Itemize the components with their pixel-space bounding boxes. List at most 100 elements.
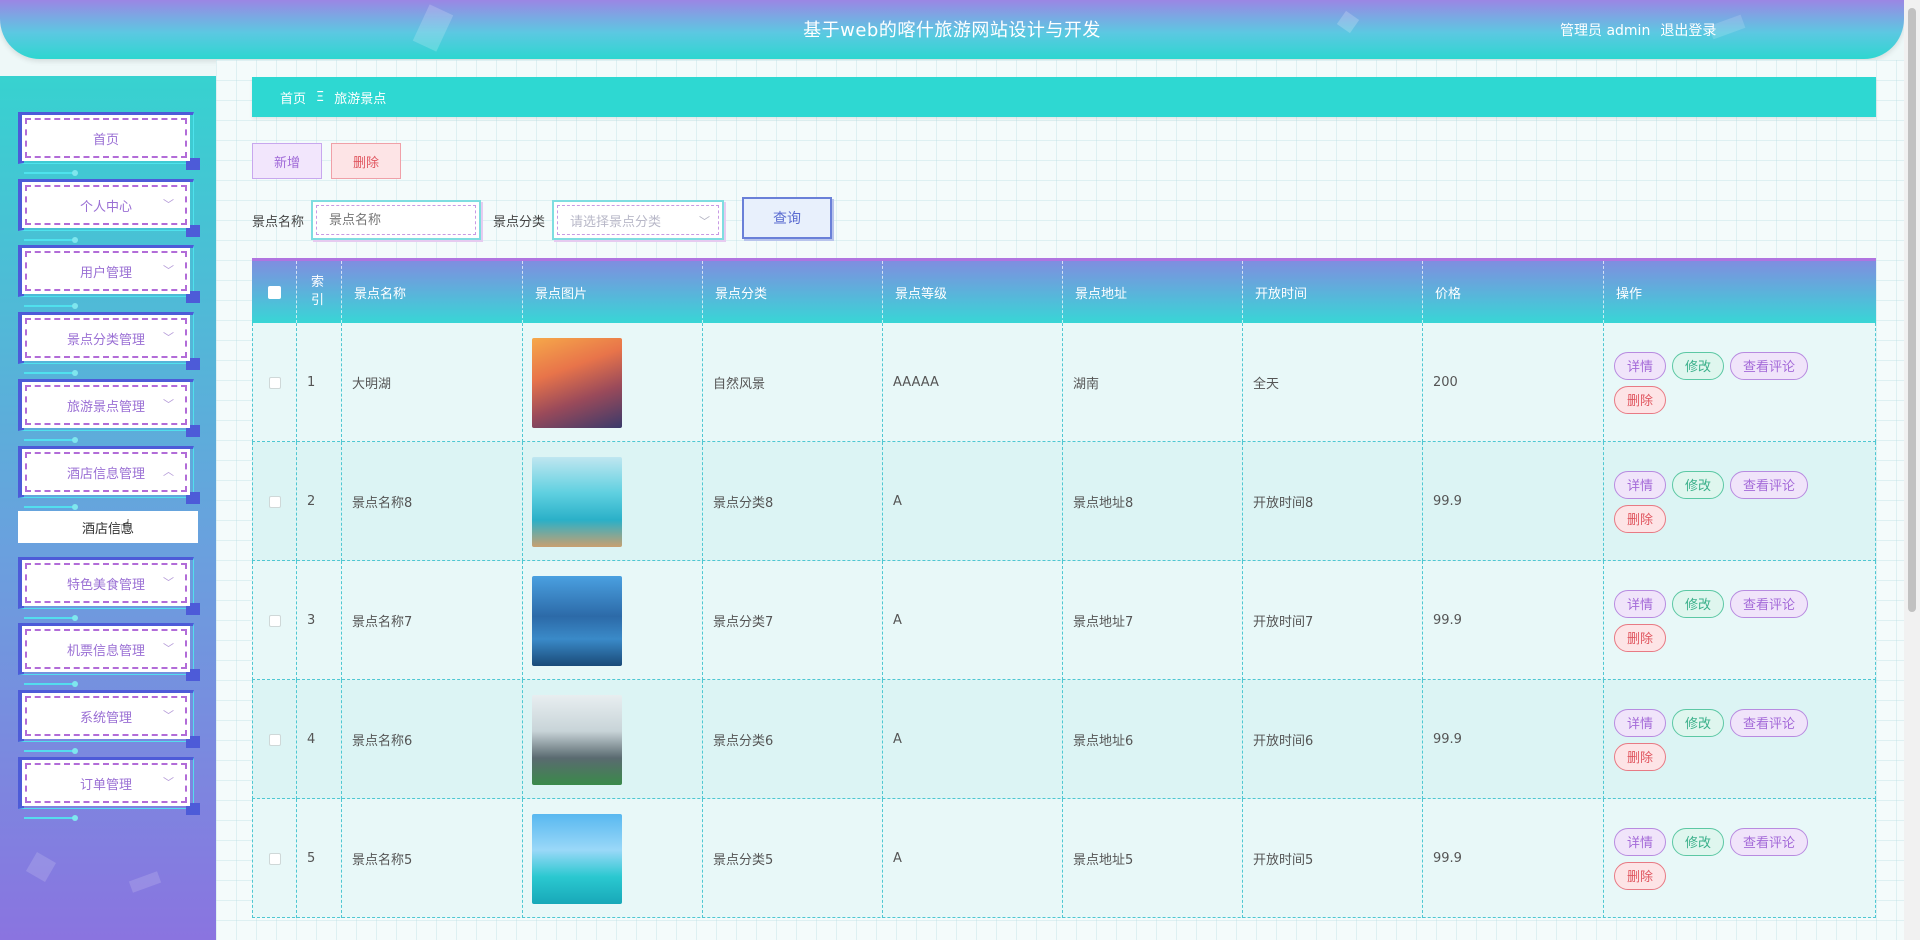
view-comments-button[interactable]: 查看评论 bbox=[1730, 827, 1809, 856]
spot-name-input[interactable] bbox=[316, 205, 476, 235]
chevron-down-icon: ﹀ bbox=[163, 264, 174, 277]
select-all-checkbox[interactable] bbox=[267, 285, 281, 299]
chevron-down-icon: ﹀ bbox=[699, 215, 710, 228]
edit-button[interactable]: 修改 bbox=[1672, 470, 1725, 499]
menu-button[interactable]: 机票信息管理 ﹀ bbox=[22, 626, 190, 672]
table-cell: A bbox=[883, 680, 1063, 799]
delete-button[interactable]: 删除 bbox=[1614, 623, 1667, 652]
row-open-time: 开放时间5 bbox=[1253, 853, 1314, 868]
sidebar-menu-item[interactable]: 用户管理 ﹀ bbox=[18, 245, 200, 309]
table-cell bbox=[252, 799, 297, 918]
menu-button[interactable]: 系统管理 ﹀ bbox=[22, 693, 190, 739]
select-all-checkbox-cell bbox=[252, 261, 297, 323]
breadcrumb-home[interactable]: 首页 bbox=[280, 88, 306, 107]
row-index: 4 bbox=[307, 732, 316, 747]
sidebar-menu-item[interactable]: 机票信息管理 ﹀ bbox=[18, 623, 200, 687]
edit-button[interactable]: 修改 bbox=[1672, 708, 1725, 737]
menu-button[interactable]: 特色美食管理 ﹀ bbox=[22, 560, 190, 606]
header-image: 景点图片 bbox=[523, 261, 703, 323]
table-row: 3 景点名称7 景点分类7 A 景点地址7 开放时间7 99.9 详情 修改 查看评论 删除 bbox=[252, 561, 1876, 680]
table-cell: 99.9 bbox=[1423, 561, 1604, 680]
table-cell bbox=[252, 680, 297, 799]
table-cell: 湖南 bbox=[1063, 323, 1243, 442]
sidebar-menu-item[interactable]: 酒店信息管理 ︿ bbox=[18, 446, 200, 510]
sidebar-menu-item[interactable]: 首页 bbox=[18, 112, 200, 176]
table-cell bbox=[523, 680, 703, 799]
breadcrumb: 首页 Ξ 旅游景点 bbox=[252, 77, 1876, 117]
row-checkbox[interactable] bbox=[268, 495, 281, 508]
sidebar-menu-item[interactable]: 旅游景点管理 ﹀ bbox=[18, 379, 200, 443]
row-checkbox[interactable] bbox=[268, 852, 281, 865]
row-checkbox[interactable] bbox=[268, 733, 281, 746]
menu-button[interactable]: 旅游景点管理 ﹀ bbox=[22, 382, 190, 428]
sidebar-menu-item[interactable]: 系统管理 ﹀ bbox=[18, 690, 200, 754]
batch-delete-button[interactable]: 删除 bbox=[331, 143, 401, 179]
mouse-cursor-icon: ☝ bbox=[120, 516, 131, 537]
menu-label: 特色美食管理 bbox=[66, 577, 145, 593]
row-price: 200 bbox=[1433, 375, 1458, 390]
submenu-item-hotel-info[interactable]: 酒店信息 bbox=[18, 511, 198, 543]
menu-label: 首页 bbox=[92, 132, 119, 148]
scrollbar-thumb[interactable] bbox=[1908, 8, 1916, 612]
detail-button[interactable]: 详情 bbox=[1614, 708, 1667, 737]
delete-button[interactable]: 删除 bbox=[1614, 385, 1667, 414]
detail-button[interactable]: 详情 bbox=[1614, 351, 1667, 380]
view-comments-button[interactable]: 查看评论 bbox=[1730, 708, 1809, 737]
spot-name-label: 景点名称 bbox=[252, 215, 305, 230]
top-header: 基于web的喀什旅游网站设计与开发 管理员 admin 退出登录 bbox=[0, 0, 1904, 59]
menu-button[interactable]: 景点分类管理 ﹀ bbox=[22, 315, 190, 361]
edit-button[interactable]: 修改 bbox=[1672, 827, 1725, 856]
delete-button[interactable]: 删除 bbox=[1614, 742, 1667, 771]
edit-button[interactable]: 修改 bbox=[1672, 351, 1725, 380]
menu-button[interactable]: 用户管理 ﹀ bbox=[22, 248, 190, 294]
table-cell: 景点地址6 bbox=[1063, 680, 1243, 799]
delete-button[interactable]: 删除 bbox=[1614, 861, 1667, 890]
row-checkbox[interactable] bbox=[268, 614, 281, 627]
sidebar-menu-item[interactable]: 订单管理 ﹀ bbox=[18, 757, 200, 821]
detail-button[interactable]: 详情 bbox=[1614, 470, 1667, 499]
delete-button[interactable]: 删除 bbox=[1614, 504, 1667, 533]
spot-category-select[interactable]: 请选择景点分类 ﹀ bbox=[552, 200, 724, 240]
view-comments-button[interactable]: 查看评论 bbox=[1730, 351, 1809, 380]
menu-frame-corner bbox=[186, 291, 200, 303]
table-cell: 景点分类8 bbox=[703, 442, 883, 561]
row-name: 大明湖 bbox=[352, 377, 392, 392]
row-name: 景点名称7 bbox=[352, 615, 413, 630]
detail-button[interactable]: 详情 bbox=[1614, 589, 1667, 618]
table-cell: 开放时间7 bbox=[1243, 561, 1423, 680]
menu-button[interactable]: 首页 bbox=[22, 115, 190, 161]
row-price: 99.9 bbox=[1433, 494, 1462, 509]
logout-link[interactable]: 退出登录 bbox=[1660, 20, 1716, 40]
row-level: A bbox=[893, 732, 902, 747]
table-cell: 全天 bbox=[1243, 323, 1423, 442]
edit-button[interactable]: 修改 bbox=[1672, 589, 1725, 618]
sidebar-menu-item[interactable]: 特色美食管理 ﹀ bbox=[18, 557, 200, 621]
chevron-down-icon: ﹀ bbox=[163, 398, 174, 411]
view-comments-button[interactable]: 查看评论 bbox=[1730, 470, 1809, 499]
add-button[interactable]: 新增 bbox=[252, 143, 322, 179]
view-comments-button[interactable]: 查看评论 bbox=[1730, 589, 1809, 618]
page-scrollbar[interactable] bbox=[1904, 0, 1920, 940]
table-body: 1 大明湖 自然风景 AAAAA 湖南 全天 200 详情 修改 查看评论 删除 2 景点名称8 景点分类… bbox=[252, 323, 1876, 918]
sidebar-menu-item[interactable]: 景点分类管理 ﹀ bbox=[18, 312, 200, 376]
chevron-down-icon: ﹀ bbox=[163, 776, 174, 789]
menu-button[interactable]: 酒店信息管理 ︿ bbox=[22, 449, 190, 495]
query-button[interactable]: 查询 bbox=[742, 197, 832, 239]
table-cell: A bbox=[883, 799, 1063, 918]
row-address: 景点地址6 bbox=[1073, 734, 1134, 749]
table-header: 索引 景点名称 景点图片 景点分类 景点等级 景点地址 开放时间 价格 操作 bbox=[252, 261, 1876, 323]
table-row: 5 景点名称5 景点分类5 A 景点地址5 开放时间5 99.9 详情 修改 查看评论 删除 bbox=[252, 799, 1876, 918]
menu-button[interactable]: 个人中心 ﹀ bbox=[22, 182, 190, 228]
table-cell: AAAAA bbox=[883, 323, 1063, 442]
sidebar-menu-item[interactable]: 个人中心 ﹀ bbox=[18, 179, 200, 243]
table-cell: 3 bbox=[297, 561, 342, 680]
row-level: A bbox=[893, 494, 902, 509]
row-actions: 详情 修改 查看评论删除 bbox=[1614, 708, 1834, 771]
header-price: 价格 bbox=[1423, 261, 1604, 323]
menu-frame-line bbox=[24, 615, 78, 621]
menu-button[interactable]: 订单管理 ﹀ bbox=[22, 760, 190, 806]
table-cell: 景点地址5 bbox=[1063, 799, 1243, 918]
row-checkbox[interactable] bbox=[268, 376, 281, 389]
detail-button[interactable]: 详情 bbox=[1614, 827, 1667, 856]
header-category: 景点分类 bbox=[703, 261, 883, 323]
